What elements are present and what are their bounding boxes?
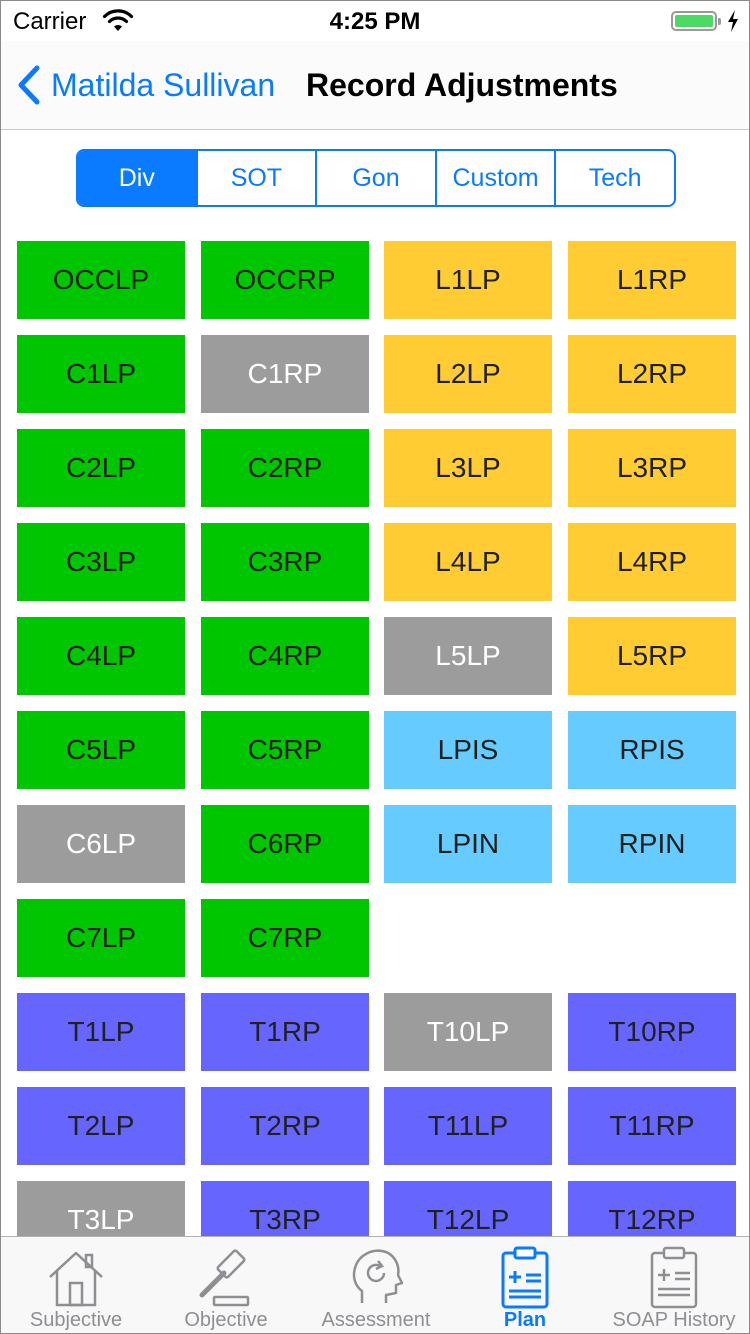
clipboard-list-icon bbox=[650, 1246, 698, 1309]
adjustment-tile-l5rp[interactable]: L5RP bbox=[568, 617, 736, 695]
app-screen: Carrier 4:25 PM Matilda Sullivan Record … bbox=[0, 0, 750, 1334]
adjustment-tile-c3rp[interactable]: C3RP bbox=[201, 523, 369, 601]
adjustment-tile-c5lp[interactable]: C5LP bbox=[17, 711, 185, 789]
adjustment-tile-c2lp[interactable]: C2LP bbox=[17, 429, 185, 507]
adjustment-tile-c7lp[interactable]: C7LP bbox=[17, 899, 185, 977]
adjustment-tile-c1lp[interactable]: C1LP bbox=[17, 335, 185, 413]
adjustment-tile-c6rp[interactable]: C6RP bbox=[201, 805, 369, 883]
tab-plan-label: Plan bbox=[503, 1309, 547, 1331]
adjustment-tile-t11lp[interactable]: T11LP bbox=[384, 1087, 552, 1165]
adjustment-tile-lpin[interactable]: LPIN bbox=[384, 805, 552, 883]
segment-custom[interactable]: Custom bbox=[434, 151, 555, 205]
adjustment-tile-t10rp[interactable]: T10RP bbox=[568, 993, 736, 1071]
adjustment-tile-t1lp[interactable]: T1LP bbox=[17, 993, 185, 1071]
tab-plan[interactable]: Plan bbox=[450, 1237, 600, 1333]
back-button-label: Matilda Sullivan bbox=[51, 66, 276, 103]
adjustment-tile-t2rp[interactable]: T2RP bbox=[201, 1087, 369, 1165]
adjustment-tile-c7rp[interactable]: C7RP bbox=[201, 899, 369, 977]
tab-subjective[interactable]: Subjective bbox=[1, 1237, 151, 1333]
tab-subjective-label: Subjective bbox=[29, 1309, 123, 1331]
adjustment-tile-l4lp[interactable]: L4LP bbox=[384, 523, 552, 601]
charging-bolt-icon bbox=[728, 10, 738, 32]
tab-soap-history-label: SOAP History bbox=[612, 1309, 736, 1331]
segment-div[interactable]: Div bbox=[78, 151, 196, 205]
adjustment-tile-l3rp[interactable]: L3RP bbox=[568, 429, 736, 507]
tab-assessment[interactable]: Assessment bbox=[301, 1237, 451, 1333]
adjustment-tile-l2rp[interactable]: L2RP bbox=[568, 335, 736, 413]
segment-gon[interactable]: Gon bbox=[315, 151, 435, 205]
back-button[interactable]: Matilda Sullivan bbox=[15, 63, 275, 107]
status-bar: Carrier 4:25 PM bbox=[1, 1, 749, 41]
adjustment-tile-occrp[interactable]: OCCRP bbox=[201, 241, 369, 319]
technique-segmented-control: Div SOT Gon Custom Tech bbox=[76, 149, 676, 207]
adjustment-tile-c5rp[interactable]: C5RP bbox=[201, 711, 369, 789]
adjustment-tile-l1rp[interactable]: L1RP bbox=[568, 241, 736, 319]
adjustment-tile-t2lp[interactable]: T2LP bbox=[17, 1087, 185, 1165]
tab-objective-label: Objective bbox=[184, 1309, 268, 1331]
adjustment-tile-l3lp[interactable]: L3LP bbox=[384, 429, 552, 507]
adjustment-tile-c2rp[interactable]: C2RP bbox=[201, 429, 369, 507]
adjustment-tile-c4rp[interactable]: C4RP bbox=[201, 617, 369, 695]
segment-sot[interactable]: SOT bbox=[195, 151, 316, 205]
tab-soap-history[interactable]: SOAP History bbox=[599, 1237, 749, 1333]
chevron-left-icon bbox=[18, 65, 40, 105]
head-refresh-icon bbox=[352, 1249, 404, 1303]
adjustment-tile-t1rp[interactable]: T1RP bbox=[201, 993, 369, 1071]
tab-assessment-label: Assessment bbox=[321, 1309, 431, 1331]
house-icon bbox=[49, 1251, 103, 1307]
gavel-icon bbox=[199, 1249, 250, 1307]
adjustment-tile-c6lp[interactable]: C6LP bbox=[17, 805, 185, 883]
navigation-bar: Matilda Sullivan Record Adjustments bbox=[1, 41, 749, 130]
adjustment-tile-occlp[interactable]: OCCLP bbox=[17, 241, 185, 319]
adjustment-tile-rpis[interactable]: RPIS bbox=[568, 711, 736, 789]
clipboard-plus-icon bbox=[501, 1246, 549, 1309]
adjustment-tile-lpis[interactable]: LPIS bbox=[384, 711, 552, 789]
segment-tech[interactable]: Tech bbox=[554, 151, 674, 205]
page-title: Record Adjustments bbox=[306, 67, 618, 103]
adjustment-tile-l1lp[interactable]: L1LP bbox=[384, 241, 552, 319]
adjustment-tile-t10lp[interactable]: T10LP bbox=[384, 993, 552, 1071]
adjustment-tile-t11rp[interactable]: T11RP bbox=[568, 1087, 736, 1165]
adjustment-tile-rpin[interactable]: RPIN bbox=[568, 805, 736, 883]
tab-objective[interactable]: Objective bbox=[151, 1237, 301, 1333]
adjustment-tile-c4lp[interactable]: C4LP bbox=[17, 617, 185, 695]
adjustment-tile-l5lp[interactable]: L5LP bbox=[384, 617, 552, 695]
tab-bar: Subjective Objective Assessment Plan SOA… bbox=[1, 1236, 749, 1333]
adjustment-tile-c1rp[interactable]: C1RP bbox=[201, 335, 369, 413]
adjustment-tile-c3lp[interactable]: C3LP bbox=[17, 523, 185, 601]
battery-icon bbox=[671, 11, 721, 31]
status-time: 4:25 PM bbox=[329, 8, 421, 35]
adjustment-tile-l2lp[interactable]: L2LP bbox=[384, 335, 552, 413]
adjustment-tile-l4rp[interactable]: L4RP bbox=[568, 523, 736, 601]
